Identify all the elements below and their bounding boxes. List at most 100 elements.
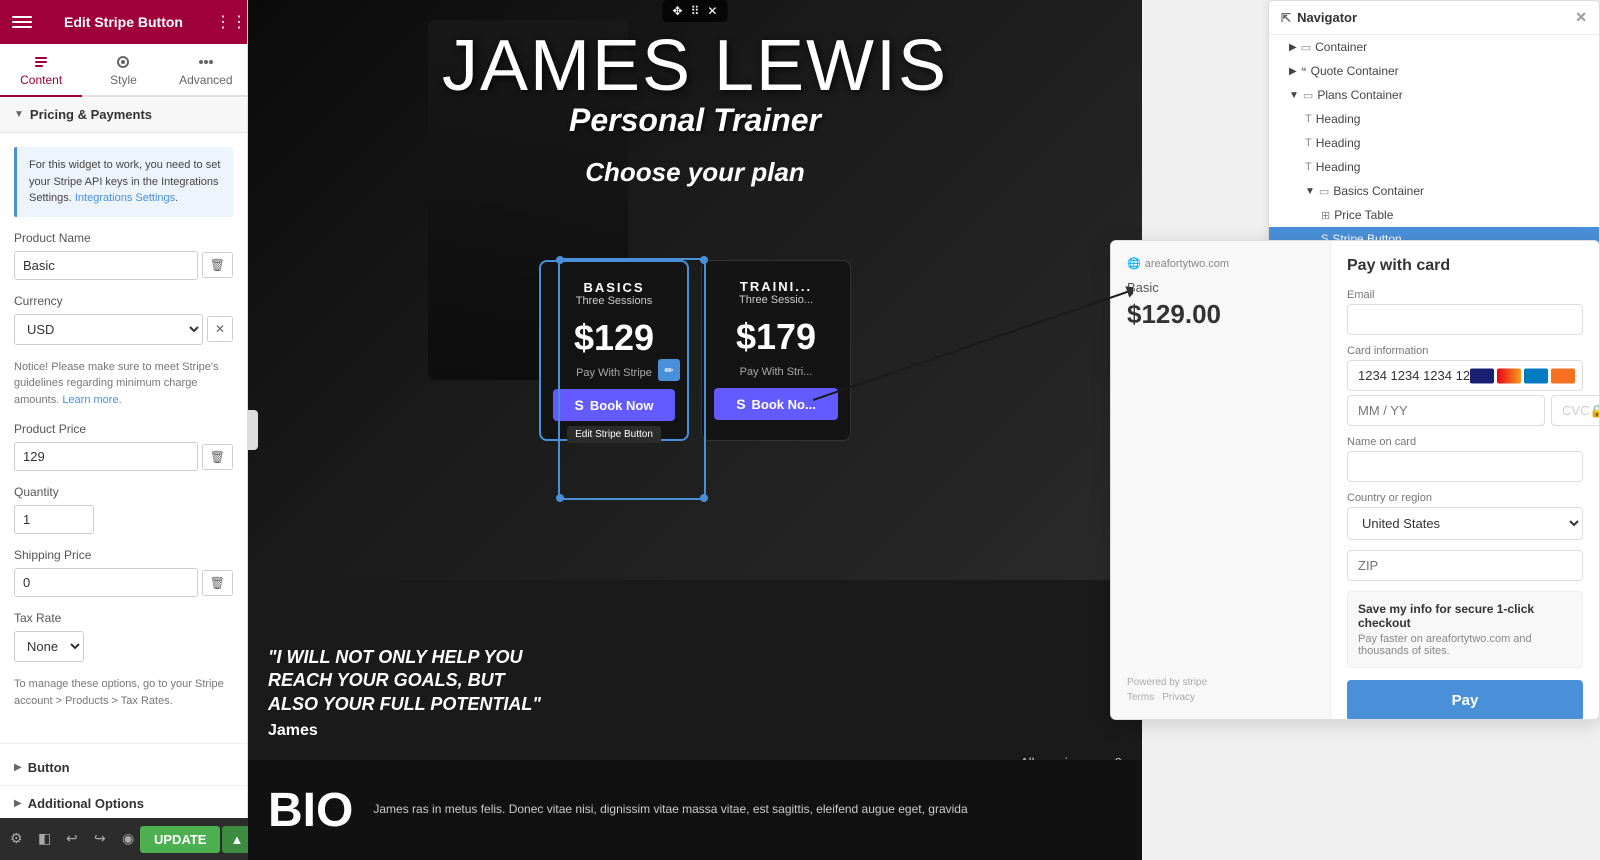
stripe-expiry-input[interactable] (1347, 395, 1545, 426)
stripe-domain: 🌐 areafortytwo.com (1127, 257, 1314, 270)
layers-icon[interactable]: ◧ (38, 830, 56, 848)
globe-icon: 🌐 (1127, 257, 1141, 270)
canvas-toolbar: ✥ ⠿ ✕ (663, 0, 728, 22)
edit-stripe-tooltip: Edit Stripe Button (567, 426, 661, 443)
nav-chevron-icon-2: ▶ (1289, 66, 1297, 77)
shipping-price-input[interactable] (14, 568, 198, 597)
pricing-section-content: For this widget to work, you need to set… (0, 133, 247, 737)
product-name-input[interactable] (14, 251, 198, 280)
bio-logo: BIO (268, 783, 353, 838)
button-section-header[interactable]: ▶ Button (0, 750, 247, 786)
navigator-header: ⇱ Navigator ✕ (1269, 1, 1599, 35)
nav-chevron-icon-4: ▼ (1305, 186, 1315, 197)
product-price-clear-button[interactable]: 🗑 (202, 444, 233, 470)
basics-book-button[interactable]: S Book Now (553, 389, 675, 421)
stripe-footer-links: Terms Privacy (1127, 692, 1314, 703)
choose-plan-text: Choose your plan (248, 157, 1142, 188)
product-name-field: Product Name 🗑 (14, 231, 233, 280)
settings-icon[interactable]: ⚙ (10, 830, 28, 848)
currency-field: Currency USD EUR GBP ✕ (14, 294, 233, 345)
quantity-input[interactable] (14, 505, 94, 534)
product-price-input[interactable] (14, 442, 198, 471)
edit-pencil-icon[interactable]: ✏ (658, 359, 680, 381)
stripe-price-display: $129.00 (1127, 299, 1314, 330)
bottom-toolbar: ⚙ ◧ ↩ ↪ ◉ UPDATE ▲ (0, 818, 248, 860)
main-canvas: ✥ ⠿ ✕ JAMES LEWIS Personal Trainer Choos… (248, 0, 1142, 860)
nav-item-basics-container[interactable]: ▼ ▭ Basics Container (1269, 179, 1599, 203)
integrations-link[interactable]: Integrations Settings (75, 192, 175, 204)
quote-section: "I WILL NOT ONLY HELP YOU REACH YOUR GOA… (268, 646, 548, 740)
training-card-title: TRAINI... (714, 279, 838, 294)
training-book-button[interactable]: S Book No... (714, 388, 838, 420)
stripe-zip-input[interactable] (1347, 550, 1583, 581)
navigator-expand-icon[interactable]: ⇱ (1281, 11, 1291, 25)
nav-item-container[interactable]: ▶ ▭ Container (1269, 35, 1599, 59)
nav-chevron-icon-3: ▼ (1289, 90, 1299, 101)
undo-icon[interactable]: ↩ (66, 830, 84, 848)
quote-text: "I WILL NOT ONLY HELP YOU REACH YOUR GOA… (268, 646, 548, 716)
basics-pay-text: Pay With Stripe (553, 367, 675, 379)
redo-icon[interactable]: ↪ (94, 830, 112, 848)
stripe-s-icon-2: S (736, 396, 745, 412)
product-name-clear-button[interactable]: 🗑 (202, 252, 233, 278)
navigator-close-button[interactable]: ✕ (1575, 9, 1587, 26)
amex-icon (1524, 368, 1548, 383)
privacy-link[interactable]: Privacy (1162, 692, 1195, 703)
update-button[interactable]: UPDATE (140, 826, 220, 853)
stripe-name-input[interactable] (1347, 451, 1583, 482)
hero-text-group: JAMES LEWIS Personal Trainer Choose your… (248, 30, 1142, 206)
mastercard-icon (1497, 368, 1521, 383)
terms-link[interactable]: Terms (1127, 692, 1154, 703)
learn-more-link[interactable]: Learn more. (62, 394, 121, 406)
nav-item-heading-3[interactable]: T Heading (1269, 155, 1599, 179)
handle-icon[interactable]: ⠿ (691, 4, 700, 18)
shipping-clear-button[interactable]: 🗑 (202, 570, 233, 596)
hero-name: JAMES LEWIS (248, 30, 1142, 102)
grid-icon[interactable]: ⋮⋮ (215, 12, 235, 32)
eye-icon[interactable]: ◉ (122, 830, 140, 848)
stripe-expiry-cvv-row: CVC 🔒 (1347, 395, 1583, 426)
stripe-cvv-input[interactable]: CVC 🔒 (1551, 395, 1599, 426)
nav-item-plans-container[interactable]: ▼ ▭ Plans Container (1269, 83, 1599, 107)
close-icon[interactable]: ✕ (707, 4, 717, 18)
panel-title: Edit Stripe Button (64, 14, 183, 30)
move-icon[interactable]: ✥ (673, 4, 683, 18)
email-label: Email (1347, 289, 1583, 301)
basics-price-card[interactable]: BASICS Three Sessions $129 Pay With Stri… (539, 260, 689, 441)
country-label: Country or region (1347, 492, 1583, 504)
bottom-icons-group: ⚙ ◧ ↩ ↪ ◉ (10, 830, 140, 848)
stripe-country-select[interactable]: United States Canada UK (1347, 507, 1583, 540)
tax-rate-select[interactable]: None 5% 10% (14, 631, 84, 662)
visa-icon (1470, 368, 1494, 383)
tax-rate-field: Tax Rate None 5% 10% (14, 611, 233, 662)
hero-subtitle: Personal Trainer (248, 102, 1142, 139)
hamburger-icon[interactable] (12, 12, 32, 32)
nav-item-heading-2[interactable]: T Heading (1269, 131, 1599, 155)
nav-item-heading-1[interactable]: T Heading (1269, 107, 1599, 131)
canvas-resize-handle[interactable] (248, 410, 258, 450)
chevron-down-icon: ▼ (14, 109, 24, 120)
nav-item-quote-container[interactable]: ▶ ❝ Quote Container (1269, 59, 1599, 83)
left-panel: Edit Stripe Button ⋮⋮ Content Style Adva… (0, 0, 248, 860)
pricing-section-header[interactable]: ▼ Pricing & Payments (0, 97, 247, 133)
additional-options-section-header[interactable]: ▶ Additional Options (0, 786, 247, 822)
basics-sessions: Three Sessions (553, 295, 675, 307)
stripe-powered-by: Powered by stripe (1127, 677, 1314, 688)
tab-content[interactable]: Content (0, 44, 82, 97)
bio-text: James ras in metus felis. Donec vitae ni… (373, 800, 1122, 819)
panel-tabs: Content Style Advanced (0, 44, 247, 97)
nav-item-price-table[interactable]: ⊞ Price Table (1269, 203, 1599, 227)
quote-author: James (268, 722, 548, 740)
tab-style[interactable]: Style (82, 44, 164, 95)
training-sessions: Three Sessio... (714, 294, 838, 306)
tab-advanced[interactable]: Advanced (165, 44, 247, 95)
stripe-pay-button[interactable]: Pay (1347, 680, 1583, 719)
info-box: For this widget to work, you need to set… (14, 147, 233, 217)
stripe-email-input[interactable] (1347, 304, 1583, 335)
nav-chevron-icon: ▶ (1289, 42, 1297, 53)
training-price-card[interactable]: TRAINI... Three Sessio... $179 Pay With … (701, 260, 851, 441)
currency-clear-button[interactable]: ✕ (207, 316, 233, 342)
currency-select[interactable]: USD EUR GBP (14, 314, 203, 345)
chevron-right-icon: ▶ (14, 762, 22, 773)
stripe-modal-right: Pay with card Email Card information CVC… (1331, 241, 1599, 719)
